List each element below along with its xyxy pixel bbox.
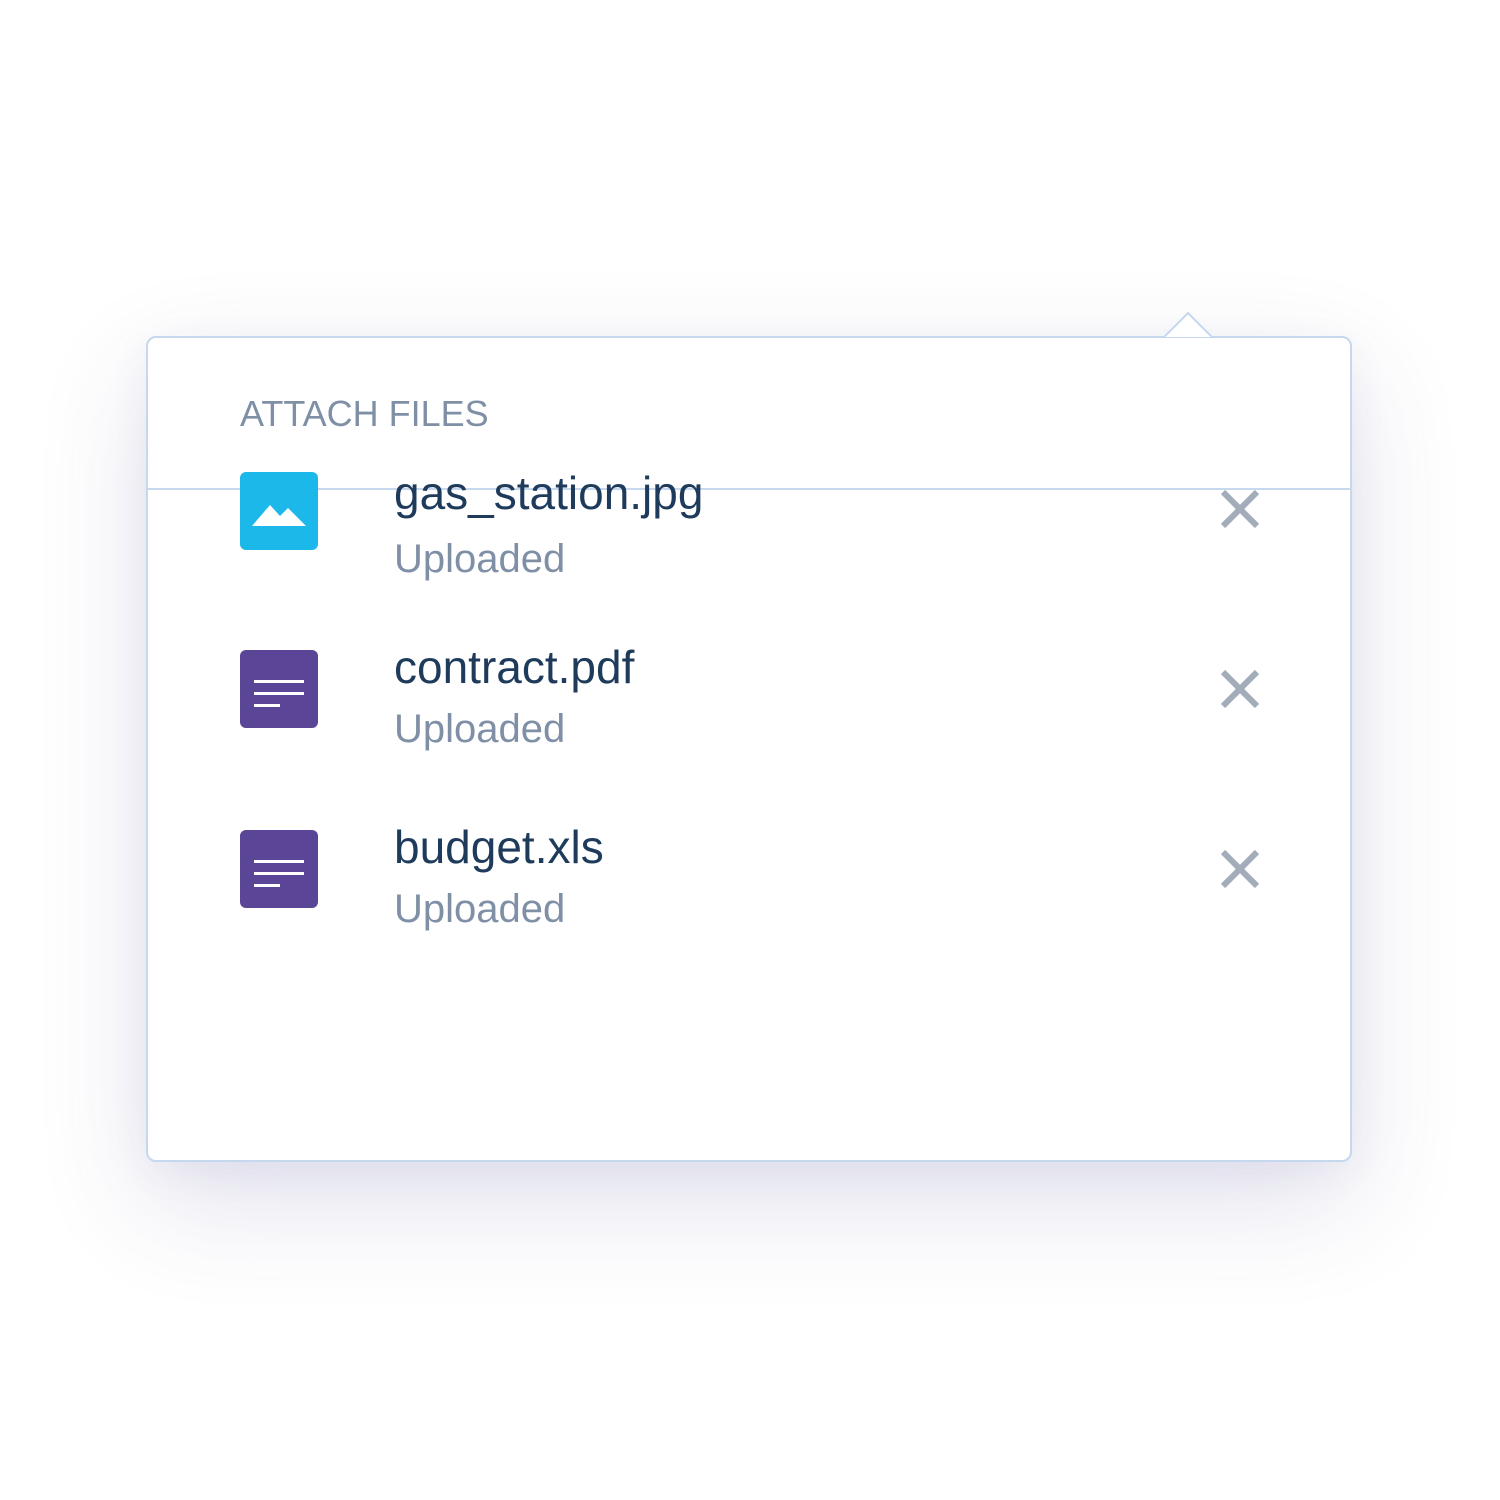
remove-file-button[interactable]	[1208, 477, 1272, 541]
attach-files-popover: ATTACH FILES gas_station.jpg Uploaded co…	[146, 336, 1352, 1162]
remove-file-button[interactable]	[1208, 837, 1272, 901]
file-name: contract.pdf	[394, 641, 635, 693]
close-icon	[1220, 849, 1260, 889]
document-icon	[240, 650, 318, 728]
file-row: gas_station.jpg Uploaded	[148, 395, 1350, 581]
close-icon	[1220, 669, 1260, 709]
close-icon	[1220, 489, 1260, 529]
file-row: contract.pdf Uploaded	[148, 573, 1350, 751]
file-name: gas_station.jpg	[394, 467, 704, 519]
document-icon	[240, 830, 318, 908]
file-status: Uploaded	[394, 707, 566, 751]
file-name: budget.xls	[394, 821, 604, 873]
remove-file-button[interactable]	[1208, 657, 1272, 721]
popover-caret	[1164, 312, 1212, 338]
image-icon	[240, 472, 318, 550]
file-row: budget.xls Uploaded	[148, 753, 1350, 931]
stage: ATTACH FILES gas_station.jpg Uploaded co…	[0, 0, 1500, 1500]
file-status: Uploaded	[394, 887, 566, 931]
